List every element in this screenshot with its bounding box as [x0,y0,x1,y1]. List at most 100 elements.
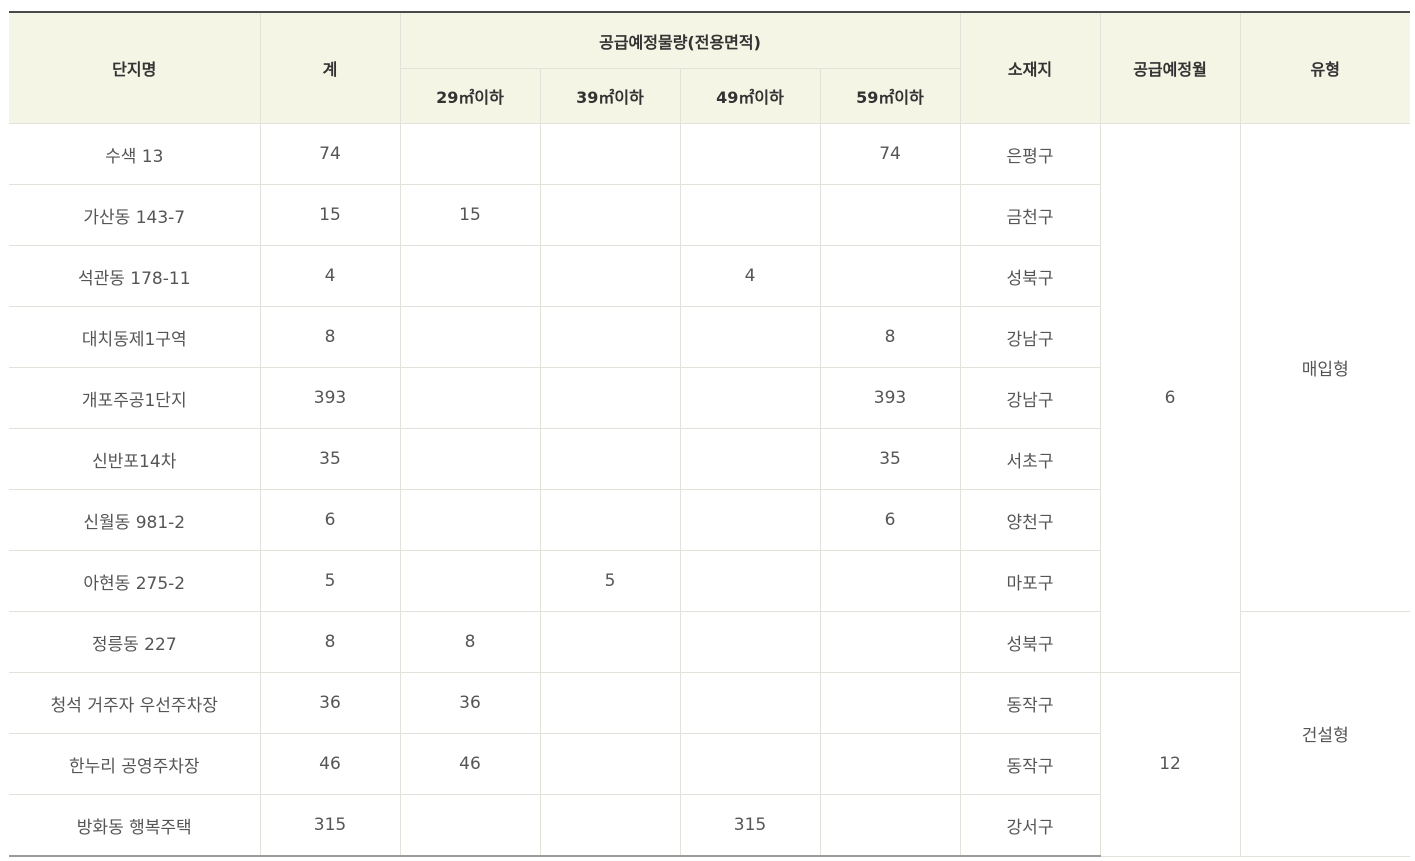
header-total: 계 [259,11,401,124]
cell-area-49: 315 [679,794,821,857]
cell-area-39 [539,245,681,307]
cell-area-49: 4 [679,245,821,307]
cell-location: 동작구 [959,733,1101,795]
table-body: 수색 13 74 74 은평구 6 매입형 가산동 143-7 15 15 금천… [9,123,1411,857]
cell-location: 강남구 [959,367,1101,429]
cell-name: 석관동 178-11 [9,245,261,307]
cell-area-59 [819,672,961,734]
cell-area-59: 8 [819,306,961,368]
cell-total: 6 [259,489,401,551]
cell-name: 신월동 981-2 [9,489,261,551]
header-month: 공급예정월 [1099,11,1241,124]
cell-name: 개포주공1단지 [9,367,261,429]
cell-area-49 [679,428,821,490]
cell-area-59: 74 [819,123,961,185]
cell-area-29: 36 [399,672,541,734]
cell-area-29 [399,367,541,429]
cell-area-59: 6 [819,489,961,551]
header-location: 소재지 [959,11,1101,124]
cell-area-39 [539,733,681,795]
cell-area-49 [679,672,821,734]
cell-area-29: 15 [399,184,541,246]
header-area-29: 29㎡이하 [400,68,541,124]
cell-area-49 [679,611,821,673]
cell-name: 대치동제1구역 [9,306,261,368]
cell-name: 수색 13 [9,123,261,185]
cell-name: 한누리 공영주차장 [9,733,261,795]
table-row: 청석 거주자 우선주차장 36 36 동작구 12 [9,672,1410,857]
cell-total: 315 [259,794,401,857]
table-row: 수색 13 74 74 은평구 6 매입형 [9,123,1411,673]
cell-total: 393 [259,367,401,429]
cell-location: 강남구 [959,306,1101,368]
cell-name: 가산동 143-7 [9,184,261,246]
cell-total: 8 [259,611,401,673]
cell-area-29: 46 [399,733,541,795]
cell-area-59 [819,794,961,857]
cell-total: 36 [259,672,401,734]
cell-type-group: 매입형 [1239,123,1411,612]
cell-area-59 [819,550,961,612]
header-name: 단지명 [9,11,261,124]
cell-area-49 [679,123,821,185]
supply-schedule-table: 단지명 계 공급예정물량(전용면적) 소재지 공급예정월 유형 29㎡이하 39… [9,11,1411,857]
cell-area-39 [539,184,681,246]
cell-month-group: 6 [1099,123,1241,673]
cell-area-29 [399,489,541,551]
cell-area-49 [679,550,821,612]
cell-area-29 [399,306,541,368]
cell-area-59 [819,184,961,246]
cell-area-39 [539,611,681,673]
cell-total: 35 [259,428,401,490]
cell-area-39 [539,428,681,490]
cell-area-59 [819,733,961,795]
cell-total: 8 [259,306,401,368]
cell-area-49 [679,733,821,795]
cell-total: 46 [259,733,401,795]
cell-area-39 [539,794,681,857]
cell-area-39: 5 [539,550,681,612]
cell-location: 서초구 [959,428,1101,490]
cell-area-59: 393 [819,367,961,429]
header-supply-group: 공급예정물량(전용면적) [399,11,961,69]
cell-total: 15 [259,184,401,246]
cell-total: 5 [259,550,401,612]
cell-area-39 [539,367,681,429]
cell-area-39 [539,489,681,551]
cell-area-29 [399,428,541,490]
cell-location: 금천구 [959,184,1101,246]
cell-total: 74 [259,123,401,185]
cell-area-29 [399,794,541,857]
cell-location: 강서구 [959,794,1101,857]
cell-area-59 [819,245,961,307]
cell-total: 4 [259,245,401,307]
cell-area-59 [819,611,961,673]
cell-area-39 [539,123,681,185]
header-area-59: 59㎡이하 [819,68,961,124]
header-type: 유형 [1239,11,1411,124]
header-area-39: 39㎡이하 [539,68,681,124]
cell-area-29 [399,123,541,185]
cell-area-49 [679,367,821,429]
cell-area-29 [399,550,541,612]
cell-location: 성북구 [959,245,1101,307]
cell-area-59: 35 [819,428,961,490]
cell-location: 은평구 [959,123,1101,185]
header-area-49: 49㎡이하 [679,68,821,124]
cell-area-39 [539,306,681,368]
cell-type-group: 건설형 [1239,611,1411,857]
cell-location: 양천구 [959,489,1101,551]
cell-name: 정릉동 227 [9,611,261,673]
cell-name: 방화동 행복주택 [9,794,261,857]
cell-area-29: 8 [399,611,541,673]
cell-location: 동작구 [959,672,1101,734]
cell-location: 마포구 [959,550,1101,612]
cell-area-29 [399,245,541,307]
table-header: 단지명 계 공급예정물량(전용면적) 소재지 공급예정월 유형 29㎡이하 39… [9,11,1411,124]
cell-location: 성북구 [959,611,1101,673]
cell-name: 신반포14차 [9,428,261,490]
cell-name: 아현동 275-2 [9,550,261,612]
cell-area-39 [539,672,681,734]
cell-area-49 [679,306,821,368]
cell-area-49 [679,184,821,246]
